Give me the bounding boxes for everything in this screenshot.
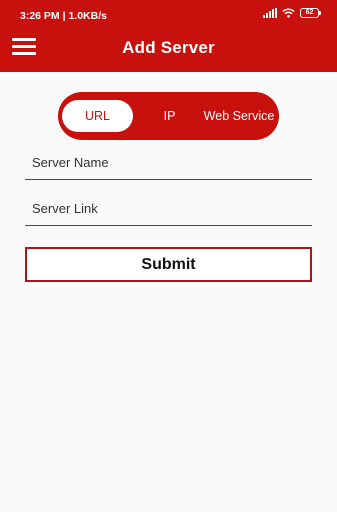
- server-type-selector: URL IP Web Service: [58, 92, 279, 140]
- server-name-input[interactable]: [25, 146, 312, 179]
- tab-web-service[interactable]: Web Service: [199, 100, 279, 132]
- status-icons: 62: [263, 8, 321, 18]
- tab-url[interactable]: URL: [62, 100, 133, 132]
- battery-icon: 62: [300, 8, 321, 18]
- submit-button[interactable]: Submit: [25, 247, 312, 282]
- tab-ip[interactable]: IP: [151, 100, 188, 132]
- server-name-field: [25, 146, 312, 180]
- server-link-field: [25, 192, 312, 226]
- status-bar: 3:26 PM | 1.0KB/s 62: [0, 0, 337, 30]
- page-title: Add Server: [122, 38, 215, 57]
- wifi-icon: [282, 8, 295, 18]
- server-link-input[interactable]: [25, 192, 312, 225]
- signal-bars-icon: [263, 8, 277, 18]
- status-time: 3:26 PM | 1.0KB/s: [20, 10, 107, 22]
- app-bar: 3:26 PM | 1.0KB/s 62 Add Server: [0, 0, 337, 72]
